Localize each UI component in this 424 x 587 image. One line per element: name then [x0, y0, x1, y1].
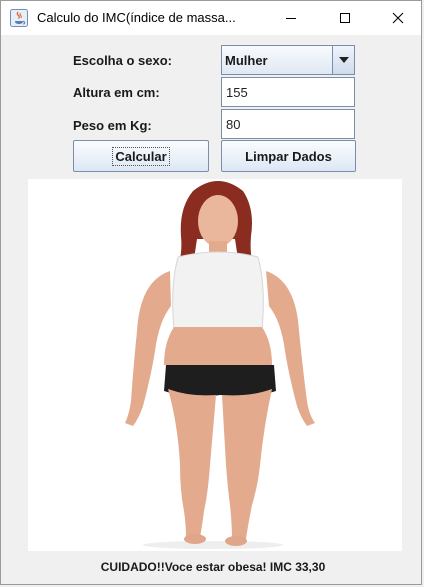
- sex-combobox[interactable]: Mulher: [221, 45, 355, 75]
- chevron-down-icon: [338, 57, 349, 63]
- woman-figure-illustration: [125, 181, 315, 549]
- height-input[interactable]: [221, 77, 355, 107]
- sex-label: Escolha o sexo:: [73, 53, 172, 68]
- weight-label: Peso em Kg:: [73, 118, 152, 133]
- close-icon: [392, 12, 404, 24]
- maximize-button[interactable]: [320, 1, 370, 35]
- calculate-button-label: Calcular: [112, 146, 170, 166]
- title-bar[interactable]: Calculo do IMC(índice de massa...: [1, 1, 421, 35]
- weight-input[interactable]: [221, 109, 355, 139]
- clear-data-button-label: Limpar Dados: [245, 148, 332, 164]
- result-figure-image: [28, 179, 402, 551]
- sex-dropdown-button[interactable]: [332, 46, 354, 74]
- minimize-button[interactable]: [266, 1, 316, 35]
- minimize-icon: [286, 18, 296, 19]
- java-app-icon: [10, 9, 28, 27]
- height-label: Altura em cm:: [73, 85, 160, 100]
- sex-selected-value: Mulher: [225, 53, 268, 68]
- maximize-icon: [340, 13, 350, 23]
- window-title: Calculo do IMC(índice de massa...: [37, 10, 236, 25]
- result-message: CUIDADO!!Voce estar obesa! IMC 33,30: [100, 560, 326, 574]
- clear-data-button[interactable]: Limpar Dados: [221, 140, 356, 172]
- app-window: Calculo do IMC(índice de massa... Escolh…: [0, 0, 422, 585]
- close-button[interactable]: [373, 1, 423, 35]
- calculate-button[interactable]: Calcular: [73, 140, 209, 172]
